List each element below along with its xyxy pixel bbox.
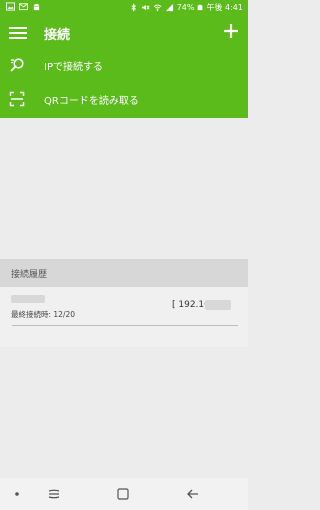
clock: 午後 4:41 xyxy=(206,3,243,12)
bluetooth-icon xyxy=(131,3,136,12)
ip-search-icon xyxy=(10,58,24,72)
page-title: 接続 xyxy=(44,28,71,43)
redacted-ip-suffix xyxy=(205,300,231,310)
add-icon[interactable] xyxy=(222,22,240,40)
menu-button[interactable] xyxy=(9,25,27,41)
divider xyxy=(12,325,238,326)
history-list: 最終接続時: 12/20 [ 192.168. xyxy=(0,287,248,347)
connect-by-ip-label: IPで接続する xyxy=(44,62,103,73)
last-connected-text: 最終接続時: 12/20 xyxy=(11,310,76,319)
redacted-device-name xyxy=(11,295,45,303)
dot-icon[interactable] xyxy=(8,485,26,503)
navigation-bar xyxy=(0,478,248,510)
wifi-icon xyxy=(153,4,162,12)
qr-scan-icon xyxy=(9,91,25,107)
app-bar: 接続 IPで接続する QRコードを読み取る xyxy=(0,14,248,118)
back-icon[interactable] xyxy=(184,485,202,503)
connect-by-ip-item[interactable]: IPで接続する xyxy=(0,51,248,79)
home-icon[interactable] xyxy=(114,485,132,503)
list-item[interactable]: 最終接続時: 12/20 [ 192.168. xyxy=(0,287,248,329)
battery-percent: 74% xyxy=(176,3,195,12)
scan-qr-label: QRコードを読み取る xyxy=(44,96,139,107)
status-bar: 74% 午後 4:41 xyxy=(0,0,248,14)
gallery-notification-icon xyxy=(6,2,15,11)
mute-icon xyxy=(141,4,150,11)
battery-icon xyxy=(198,4,203,11)
signal-icon xyxy=(165,3,173,12)
scan-qr-item[interactable]: QRコードを読み取る xyxy=(0,85,248,113)
history-header-label: 接続履歴 xyxy=(11,270,48,280)
history-header: 接続履歴 xyxy=(0,259,248,287)
recent-apps-icon[interactable] xyxy=(45,485,63,503)
android-notification-icon xyxy=(33,3,40,11)
mail-notification-icon xyxy=(19,3,28,11)
